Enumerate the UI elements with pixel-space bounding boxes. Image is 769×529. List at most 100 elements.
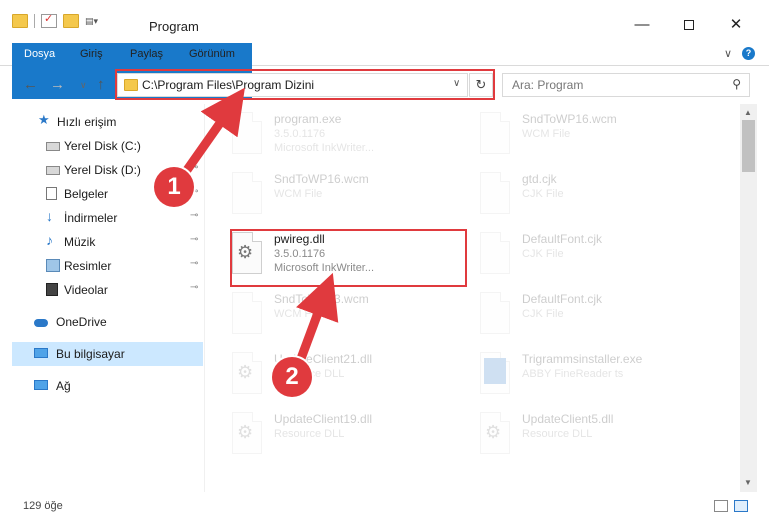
details-view-icon[interactable]: [714, 500, 728, 512]
file-detail: WCM File: [274, 308, 323, 320]
forward-button[interactable]: →: [50, 76, 65, 93]
file-icon: [480, 232, 510, 274]
close-button[interactable]: ✕: [713, 10, 759, 40]
file-item[interactable]: ⚙ UpdateClient21.dll Resource DLL: [206, 348, 446, 404]
app-logo-icon: [484, 358, 506, 384]
sidebar-item-label: İndirmeler: [64, 211, 118, 225]
back-button[interactable]: ←: [23, 76, 38, 93]
sidebar-item-label: Müzik: [64, 235, 96, 249]
customize-toolbar-icon[interactable]: ▤▾: [85, 14, 101, 28]
file-item[interactable]: DefaultFont.cjk CJK File: [454, 228, 694, 284]
file-icon: [480, 112, 510, 154]
sidebar-item-label: Videolar: [64, 283, 108, 297]
file-detail: Microsoft InkWriter...: [274, 142, 375, 154]
file-item[interactable]: DefaultFont.cjk CJK File: [454, 288, 694, 344]
file-item[interactable]: ⚙ UpdateClient5.dll Resource DLL: [454, 408, 694, 464]
file-icon: [232, 172, 262, 214]
title-bar: ✓ ▤▾ Program — ✕: [0, 0, 769, 40]
scroll-thumb[interactable]: [742, 120, 755, 172]
up-button[interactable]: ↑: [97, 76, 105, 93]
step-1-badge: 1: [154, 167, 194, 207]
help-icon[interactable]: ?: [742, 47, 755, 60]
file-item[interactable]: program.exe 3.5.0.1176 Microsoft InkWrit…: [206, 108, 446, 164]
gear-icon: ⚙: [237, 422, 254, 442]
tab-share[interactable]: Paylaş: [120, 43, 173, 66]
window-title: Program: [149, 19, 199, 34]
pin-icon[interactable]: ⊸: [190, 234, 198, 245]
drive-icon: [46, 142, 60, 151]
search-icon[interactable]: ⚲: [732, 77, 741, 91]
file-detail: Resource DLL: [522, 428, 593, 440]
sidebar-item-quick-access[interactable]: ★ Hızlı erişim: [0, 110, 205, 134]
properties-icon[interactable]: ✓: [41, 13, 57, 28]
file-detail: CJK File: [522, 188, 564, 200]
file-item[interactable]: SndToWP13.wcm WCM File: [206, 288, 446, 344]
file-name: SndToWP13.wcm: [274, 292, 369, 306]
sidebar-item-videos[interactable]: Videolar ⊸: [0, 278, 205, 302]
new-folder-icon[interactable]: [63, 14, 79, 28]
sidebar-item-label: Yerel Disk (C:): [64, 139, 141, 153]
ribbon-tabs: Dosya Giriş Paylaş Görünüm ∨ ?: [0, 40, 769, 99]
scroll-down-icon[interactable]: ▼: [744, 478, 752, 487]
file-detail: WCM File: [522, 128, 571, 140]
file-item[interactable]: SndToWP16.wcm WCM File: [454, 108, 694, 164]
navigation-pane: ★ Hızlı erişim Yerel Disk (C:) Yerel Dis…: [0, 104, 205, 492]
file-icon: [480, 172, 510, 214]
sidebar-item-local-disk-c[interactable]: Yerel Disk (C:): [0, 134, 205, 158]
file-detail: CJK File: [522, 308, 564, 320]
folder-icon[interactable]: [12, 14, 28, 28]
pictures-icon: [46, 259, 60, 272]
step-2-badge: 2: [272, 357, 312, 397]
expand-ribbon-button[interactable]: ∨: [724, 47, 732, 60]
computer-icon: [34, 348, 48, 358]
music-icon: ♪: [46, 232, 53, 248]
star-icon: ★: [38, 112, 50, 127]
sidebar-item-label: Ağ: [56, 379, 71, 393]
sidebar-item-label: OneDrive: [56, 315, 107, 329]
item-count: 129 öğe: [23, 500, 63, 512]
sidebar-item-pictures[interactable]: Resimler ⊸: [0, 254, 205, 278]
search-input[interactable]: Ara: Program ⚲: [502, 73, 750, 97]
gear-icon: ⚙: [237, 362, 254, 382]
gear-icon: ⚙: [485, 422, 502, 442]
sidebar-item-network[interactable]: Ağ: [0, 374, 205, 398]
recent-locations-button[interactable]: ∨: [80, 80, 87, 91]
tab-home[interactable]: Giriş: [70, 43, 113, 66]
sidebar-item-this-pc[interactable]: Bu bilgisayar: [12, 342, 203, 366]
file-detail: WCM File: [274, 188, 323, 200]
minimize-button[interactable]: —: [619, 10, 665, 40]
file-detail: 3.5.0.1176: [274, 128, 326, 140]
file-item[interactable]: Trigrammsinstaller.exe ABBY FineReader t…: [454, 348, 694, 404]
file-item[interactable]: SndToWP16.wcm WCM File: [206, 168, 446, 224]
pin-icon[interactable]: ⊸: [190, 162, 198, 173]
pin-icon[interactable]: ⊸: [190, 258, 198, 269]
file-detail: Resource DLL: [274, 428, 345, 440]
documents-icon: [46, 187, 57, 200]
file-name: program.exe: [274, 112, 342, 126]
network-icon: [34, 380, 48, 390]
sidebar-item-music[interactable]: ♪ Müzik ⊸: [0, 230, 205, 254]
tab-view[interactable]: Görünüm: [179, 43, 245, 66]
file-icon: [480, 292, 510, 334]
cloud-icon: [34, 319, 48, 327]
file-item[interactable]: gtd.cjk CJK File: [454, 168, 694, 224]
sidebar-item-label: Bu bilgisayar: [56, 347, 125, 361]
pin-icon[interactable]: ⊸: [190, 282, 198, 293]
file-name: gtd.cjk: [522, 172, 557, 186]
sidebar-item-label: Resimler: [64, 259, 112, 273]
vertical-scrollbar[interactable]: ▲ ▼: [740, 104, 757, 492]
file-name: SndToWP16.wcm: [522, 112, 617, 126]
maximize-button[interactable]: [666, 10, 712, 40]
sidebar-item-label: Belgeler: [64, 187, 109, 201]
sidebar-item-label: Yerel Disk (D:): [64, 163, 141, 177]
sidebar-item-downloads[interactable]: ↓ İndirmeler ⊸: [0, 206, 205, 230]
file-name: UpdateClient19.dll: [274, 412, 373, 426]
exe-icon: [232, 112, 262, 154]
sidebar-item-onedrive[interactable]: OneDrive: [0, 310, 205, 334]
scroll-up-icon[interactable]: ▲: [744, 108, 752, 117]
divider: [34, 14, 35, 28]
file-detail: CJK File: [522, 248, 564, 260]
file-item[interactable]: ⚙ UpdateClient19.dll Resource DLL: [206, 408, 446, 464]
tiles-view-icon[interactable]: [734, 500, 748, 512]
pin-icon[interactable]: ⊸: [190, 210, 198, 221]
